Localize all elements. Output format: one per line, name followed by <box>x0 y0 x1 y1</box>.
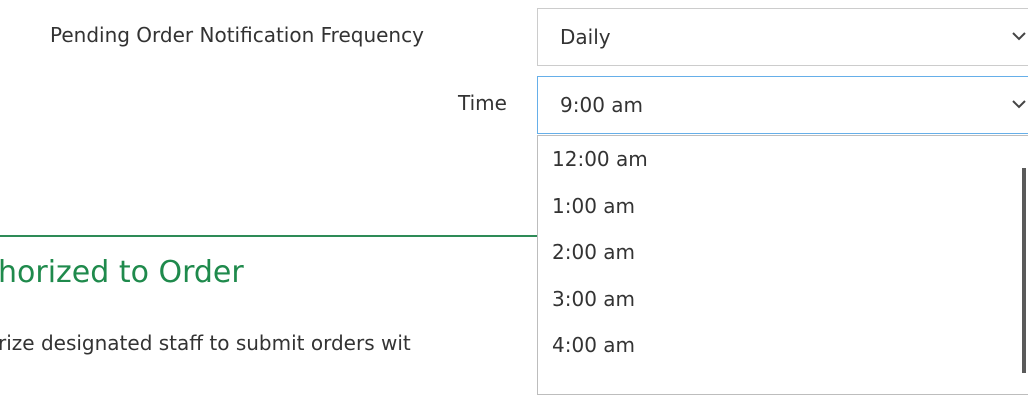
frequency-select[interactable]: Daily <box>537 8 1028 66</box>
section-divider <box>0 235 540 237</box>
section-title: horized to Order <box>0 255 244 290</box>
time-label: Time <box>458 91 507 115</box>
dropdown-option[interactable]: 3:00 am <box>538 276 1028 323</box>
time-select[interactable]: 9:00 am <box>537 76 1028 134</box>
time-select-value: 9:00 am <box>560 93 644 117</box>
frequency-label: Pending Order Notification Frequency <box>50 23 424 47</box>
dropdown-scrollbar[interactable] <box>1020 168 1028 373</box>
frequency-select-value: Daily <box>560 25 611 49</box>
scrollbar-thumb[interactable] <box>1022 168 1026 373</box>
section-description: rize designated staff to submit orders w… <box>0 331 411 355</box>
dropdown-option[interactable]: 1:00 am <box>538 183 1028 230</box>
time-dropdown-list[interactable]: 12:00 am 1:00 am 2:00 am 3:00 am 4:00 am <box>537 135 1028 395</box>
dropdown-option[interactable]: 2:00 am <box>538 229 1028 276</box>
dropdown-option[interactable]: 4:00 am <box>538 322 1028 369</box>
dropdown-option[interactable]: 12:00 am <box>538 136 1028 183</box>
chevron-down-icon <box>1008 9 1028 65</box>
chevron-down-icon <box>1008 77 1028 133</box>
